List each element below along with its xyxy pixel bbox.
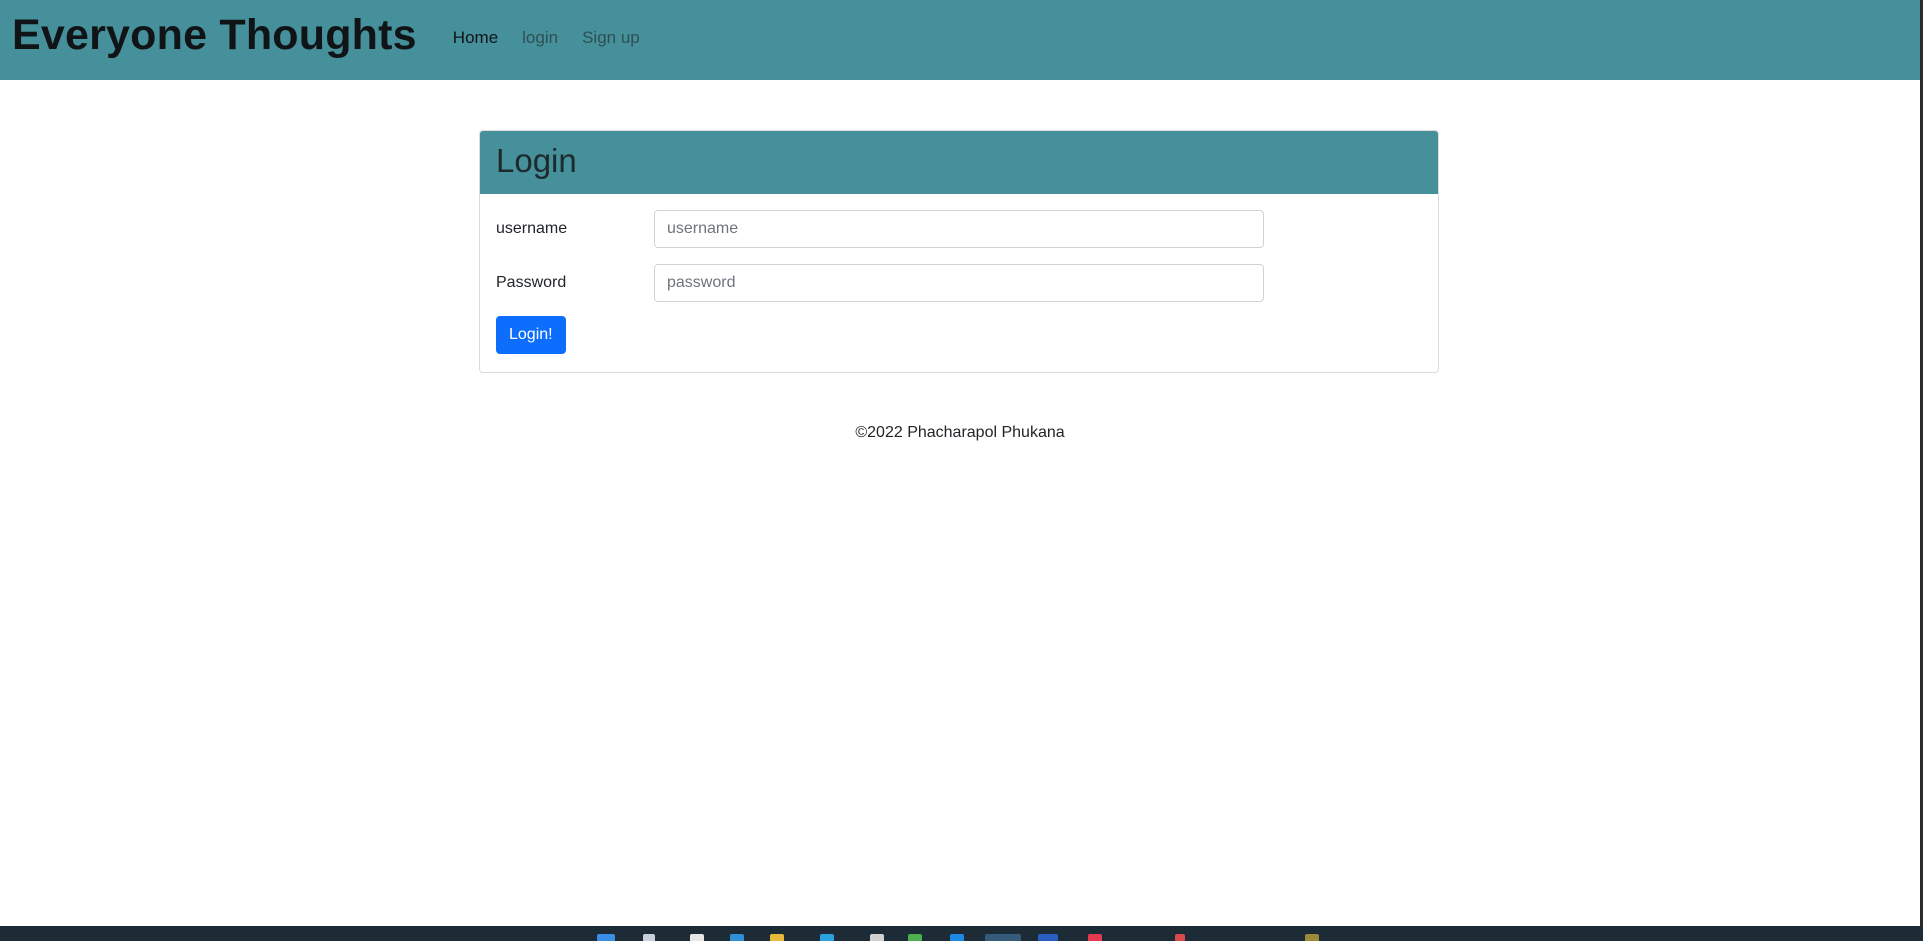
login-button[interactable]: Login!: [496, 316, 566, 354]
username-row: username: [496, 210, 1422, 248]
top-navbar: Everyone Thoughts Home login Sign up: [0, 0, 1920, 80]
nav-links: Home login Sign up: [441, 22, 652, 54]
login-card-header: Login: [480, 131, 1438, 194]
username-input[interactable]: [654, 210, 1264, 248]
vscode-icon[interactable]: [950, 934, 964, 941]
site-brand[interactable]: Everyone Thoughts: [12, 13, 417, 57]
store-icon[interactable]: [820, 934, 834, 941]
chrome-icon[interactable]: [908, 934, 922, 941]
nav-link-login[interactable]: login: [522, 22, 558, 54]
login-title: Login: [496, 141, 577, 179]
mail-icon[interactable]: [870, 934, 884, 941]
login-card: Login username Password Login!: [479, 130, 1439, 373]
footer-copyright: ©2022 Phacharapol Phukana: [855, 424, 1065, 441]
login-form: username Password Login!: [480, 194, 1438, 370]
browser-icon[interactable]: [985, 934, 1021, 941]
app-icon[interactable]: [1088, 934, 1102, 941]
word-icon[interactable]: [1038, 934, 1058, 941]
password-row: Password: [496, 264, 1422, 302]
search-icon[interactable]: [643, 934, 655, 941]
windows-start-icon[interactable]: [597, 934, 615, 941]
app-icon[interactable]: [1305, 934, 1319, 941]
password-label: Password: [496, 274, 567, 291]
os-taskbar: [0, 926, 1923, 941]
password-input[interactable]: [654, 264, 1264, 302]
nav-link-signup[interactable]: Sign up: [582, 22, 640, 54]
nav-link-home[interactable]: Home: [453, 22, 498, 54]
app-icon[interactable]: [1175, 934, 1185, 941]
username-label: username: [496, 220, 568, 237]
task-view-icon[interactable]: [690, 934, 704, 941]
edge-icon[interactable]: [730, 934, 744, 941]
file-explorer-icon[interactable]: [770, 934, 784, 941]
